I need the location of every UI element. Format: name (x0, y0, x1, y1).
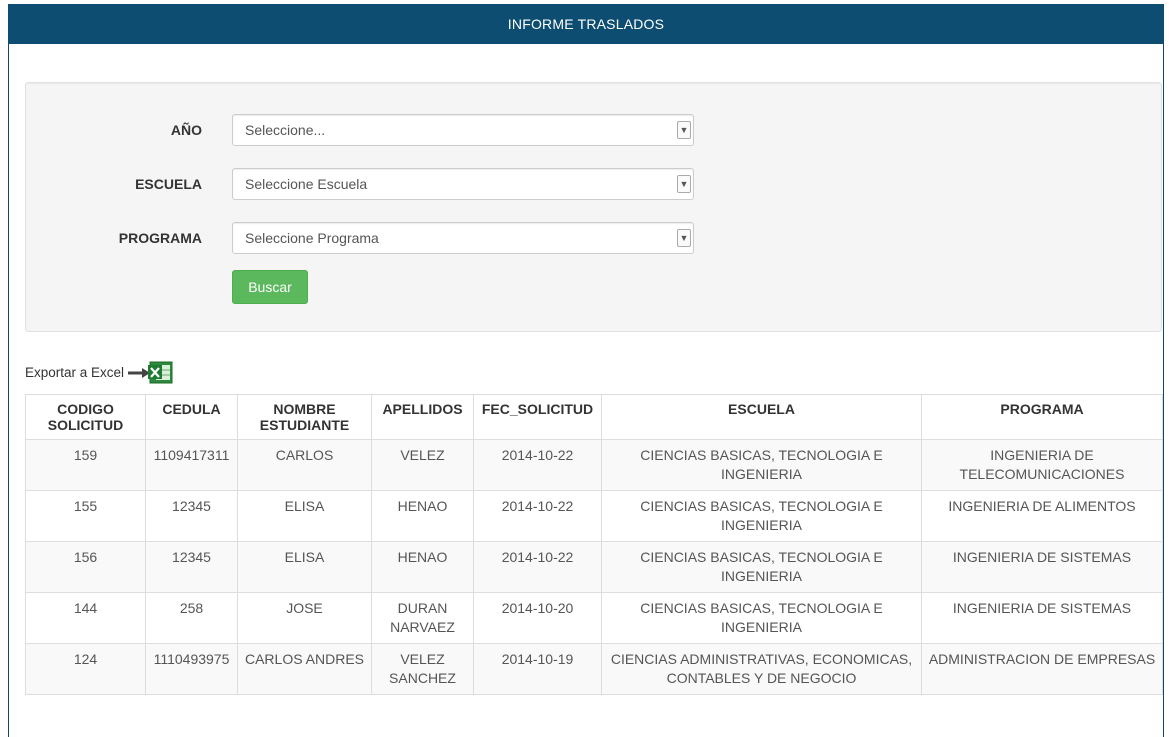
cell-escuela: CIENCIAS BASICAS, TECNOLOGIA E INGENIERI… (601, 541, 922, 593)
table-row: 156 12345 ELISA HENAO 2014-10-22 CIENCIA… (25, 541, 1163, 593)
year-label: AÑO (170, 122, 202, 138)
cell-programa: INGENIERIA DE ALIMENTOS (921, 490, 1163, 542)
cell-codigo: 144 (25, 592, 146, 644)
cell-codigo: 159 (25, 439, 146, 491)
col-apellidos: APELLIDOS (371, 394, 474, 440)
cell-escuela: CIENCIAS BASICAS, TECNOLOGIA E INGENIERI… (601, 439, 922, 491)
cell-apellidos: VELEZ SANCHEZ (371, 643, 474, 695)
cell-cedula: 1110493975 (145, 643, 238, 695)
table-row: 144 258 JOSE DURAN NARVAEZ 2014-10-20 CI… (25, 592, 1163, 644)
cell-escuela: CIENCIAS BASICAS, TECNOLOGIA E INGENIERI… (601, 490, 922, 542)
cell-cedula: 12345 (145, 541, 238, 593)
search-button[interactable]: Buscar (232, 270, 308, 304)
school-label: ESCUELA (135, 176, 202, 192)
cell-fecha: 2014-10-20 (473, 592, 602, 644)
cell-nombre: CARLOS ANDRES (237, 643, 372, 695)
col-programa: PROGRAMA (921, 394, 1163, 440)
chevron-down-icon: ▼ (677, 121, 691, 139)
program-label: PROGRAMA (118, 230, 202, 246)
page-title: INFORME TRASLADOS (8, 4, 1164, 44)
table-header-row: CODIGO SOLICITUD CEDULA NOMBRE ESTUDIANT… (25, 394, 1163, 440)
cell-escuela: CIENCIAS BASICAS, TECNOLOGIA E INGENIERI… (601, 592, 922, 644)
cell-apellidos: HENAO (371, 541, 474, 593)
excel-export-icon[interactable] (128, 359, 176, 385)
col-cedula: CEDULA (145, 394, 238, 440)
cell-cedula: 258 (145, 592, 238, 644)
cell-cedula: 1109417311 (145, 439, 238, 491)
export-excel-link[interactable]: Exportar a Excel (25, 360, 176, 384)
chevron-down-icon: ▼ (677, 175, 691, 193)
filter-panel: AÑO Seleccione... ▼ ESCUELA Seleccione E… (25, 82, 1162, 332)
table-row: 159 1109417311 CARLOS VELEZ 2014-10-22 C… (25, 439, 1163, 491)
program-label-wrap: PROGRAMA (26, 221, 202, 255)
cell-programa: INGENIERIA DE SISTEMAS (921, 592, 1163, 644)
program-select-value: Seleccione Programa (245, 230, 379, 246)
col-nombre-estudiante: NOMBRE ESTUDIANTE (237, 394, 372, 440)
cell-fecha: 2014-10-19 (473, 643, 602, 695)
school-label-wrap: ESCUELA (26, 167, 202, 201)
cell-apellidos: DURAN NARVAEZ (371, 592, 474, 644)
export-excel-label: Exportar a Excel (25, 364, 125, 380)
cell-fecha: 2014-10-22 (473, 541, 602, 593)
col-codigo-solicitud: CODIGO SOLICITUD (25, 394, 146, 440)
cell-nombre: JOSE (237, 592, 372, 644)
col-fec-solicitud: FEC_SOLICITUD (473, 394, 602, 440)
col-escuela: ESCUELA (601, 394, 922, 440)
cell-codigo: 155 (25, 490, 146, 542)
cell-nombre: CARLOS (237, 439, 372, 491)
cell-nombre: ELISA (237, 541, 372, 593)
school-select[interactable]: Seleccione Escuela ▼ (232, 168, 694, 200)
cell-codigo: 124 (25, 643, 146, 695)
cell-apellidos: VELEZ (371, 439, 474, 491)
table-row: 124 1110493975 CARLOS ANDRES VELEZ SANCH… (25, 643, 1163, 695)
cell-fecha: 2014-10-22 (473, 490, 602, 542)
year-select[interactable]: Seleccione... ▼ (232, 114, 694, 146)
program-select[interactable]: Seleccione Programa ▼ (232, 222, 694, 254)
cell-programa: INGENIERIA DE TELECOMUNICACIONES (921, 439, 1163, 491)
results-table: CODIGO SOLICITUD CEDULA NOMBRE ESTUDIANT… (25, 394, 1163, 695)
table-row: 155 12345 ELISA HENAO 2014-10-22 CIENCIA… (25, 490, 1163, 542)
cell-apellidos: HENAO (371, 490, 474, 542)
school-select-value: Seleccione Escuela (245, 176, 368, 192)
cell-codigo: 156 (25, 541, 146, 593)
year-label-wrap: AÑO (26, 113, 202, 147)
chevron-down-icon: ▼ (677, 229, 691, 247)
cell-nombre: ELISA (237, 490, 372, 542)
cell-fecha: 2014-10-22 (473, 439, 602, 491)
cell-cedula: 12345 (145, 490, 238, 542)
year-select-value: Seleccione... (245, 122, 326, 138)
cell-escuela: CIENCIAS ADMINISTRATIVAS, ECONOMICAS, CO… (601, 643, 922, 695)
cell-programa: INGENIERIA DE SISTEMAS (921, 541, 1163, 593)
cell-programa: ADMINISTRACION DE EMPRESAS (921, 643, 1163, 695)
